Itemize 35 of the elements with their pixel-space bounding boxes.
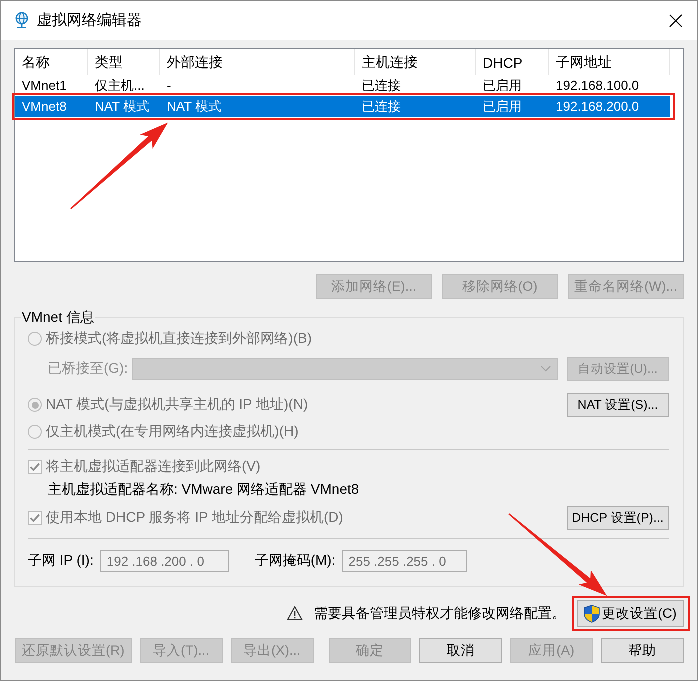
column-header[interactable]: 主机连接 xyxy=(355,49,476,75)
column-header[interactable]: 名称 xyxy=(15,49,88,75)
warning-icon xyxy=(287,606,303,621)
column-header[interactable]: 外部连接 xyxy=(160,49,355,75)
chevron-icon xyxy=(541,366,551,372)
table-cell-text: 已连接 xyxy=(361,98,402,116)
globe-icon xyxy=(14,12,30,29)
admin-notice-text: 需要具备管理员特权才能修改网络配置。 xyxy=(314,604,566,622)
field-label: 子网掩码(M): xyxy=(254,552,336,570)
change-settings-button[interactable]: 更改设置(C) xyxy=(577,600,684,627)
field-label: 已桥接至(G): xyxy=(48,360,128,378)
table-cell-text: 仅主机... xyxy=(94,76,146,94)
table-cell-text: NAT 模式 xyxy=(166,98,222,116)
window-title: 虚拟网络编辑器 xyxy=(37,11,142,30)
table-row[interactable]: VMnet1 仅主机... - 已连接 已启用 192.168.100.0 xyxy=(15,75,670,96)
group-title: VMnet 信息 xyxy=(21,308,96,327)
table-cell-text: VMnet1 xyxy=(21,77,68,95)
column-header[interactable]: DHCP xyxy=(476,49,549,75)
close-icon xyxy=(669,14,683,28)
dialog-button[interactable]: 取消 xyxy=(419,638,502,663)
network-list[interactable]: 名称 类型 外部连接 主机连接 DHCP 子网地址 VMnet1 仅主机... - 已连接 已启用 192.168.100.0 VMnet8 NAT 模式 NAT 模式 已连接 已启用 192.168.200.0 xyxy=(14,48,684,262)
table-cell-text: VMnet8 xyxy=(21,98,68,116)
table-cell-text: NAT 模式 xyxy=(94,98,150,116)
table-cell-text: 192.168.200.0 xyxy=(555,98,640,116)
column-header[interactable]: 子网地址 xyxy=(549,49,670,75)
table-cell-text: 已启用 xyxy=(482,76,523,94)
shield-icon xyxy=(584,604,600,622)
table-cell-text: 192.168.100.0 xyxy=(555,77,640,95)
table-cell-text: - xyxy=(166,77,172,95)
table-cell-text: 已连接 xyxy=(361,76,402,94)
dialog-button[interactable]: 帮助 xyxy=(601,638,684,663)
adapter-name-text: 主机虚拟适配器名称: VMware 网络适配器 VMnet8 xyxy=(48,481,360,499)
field-label: 子网 IP (I): xyxy=(28,552,94,570)
table-cell-text: 已启用 xyxy=(482,98,523,116)
column-header[interactable]: 类型 xyxy=(88,49,160,75)
